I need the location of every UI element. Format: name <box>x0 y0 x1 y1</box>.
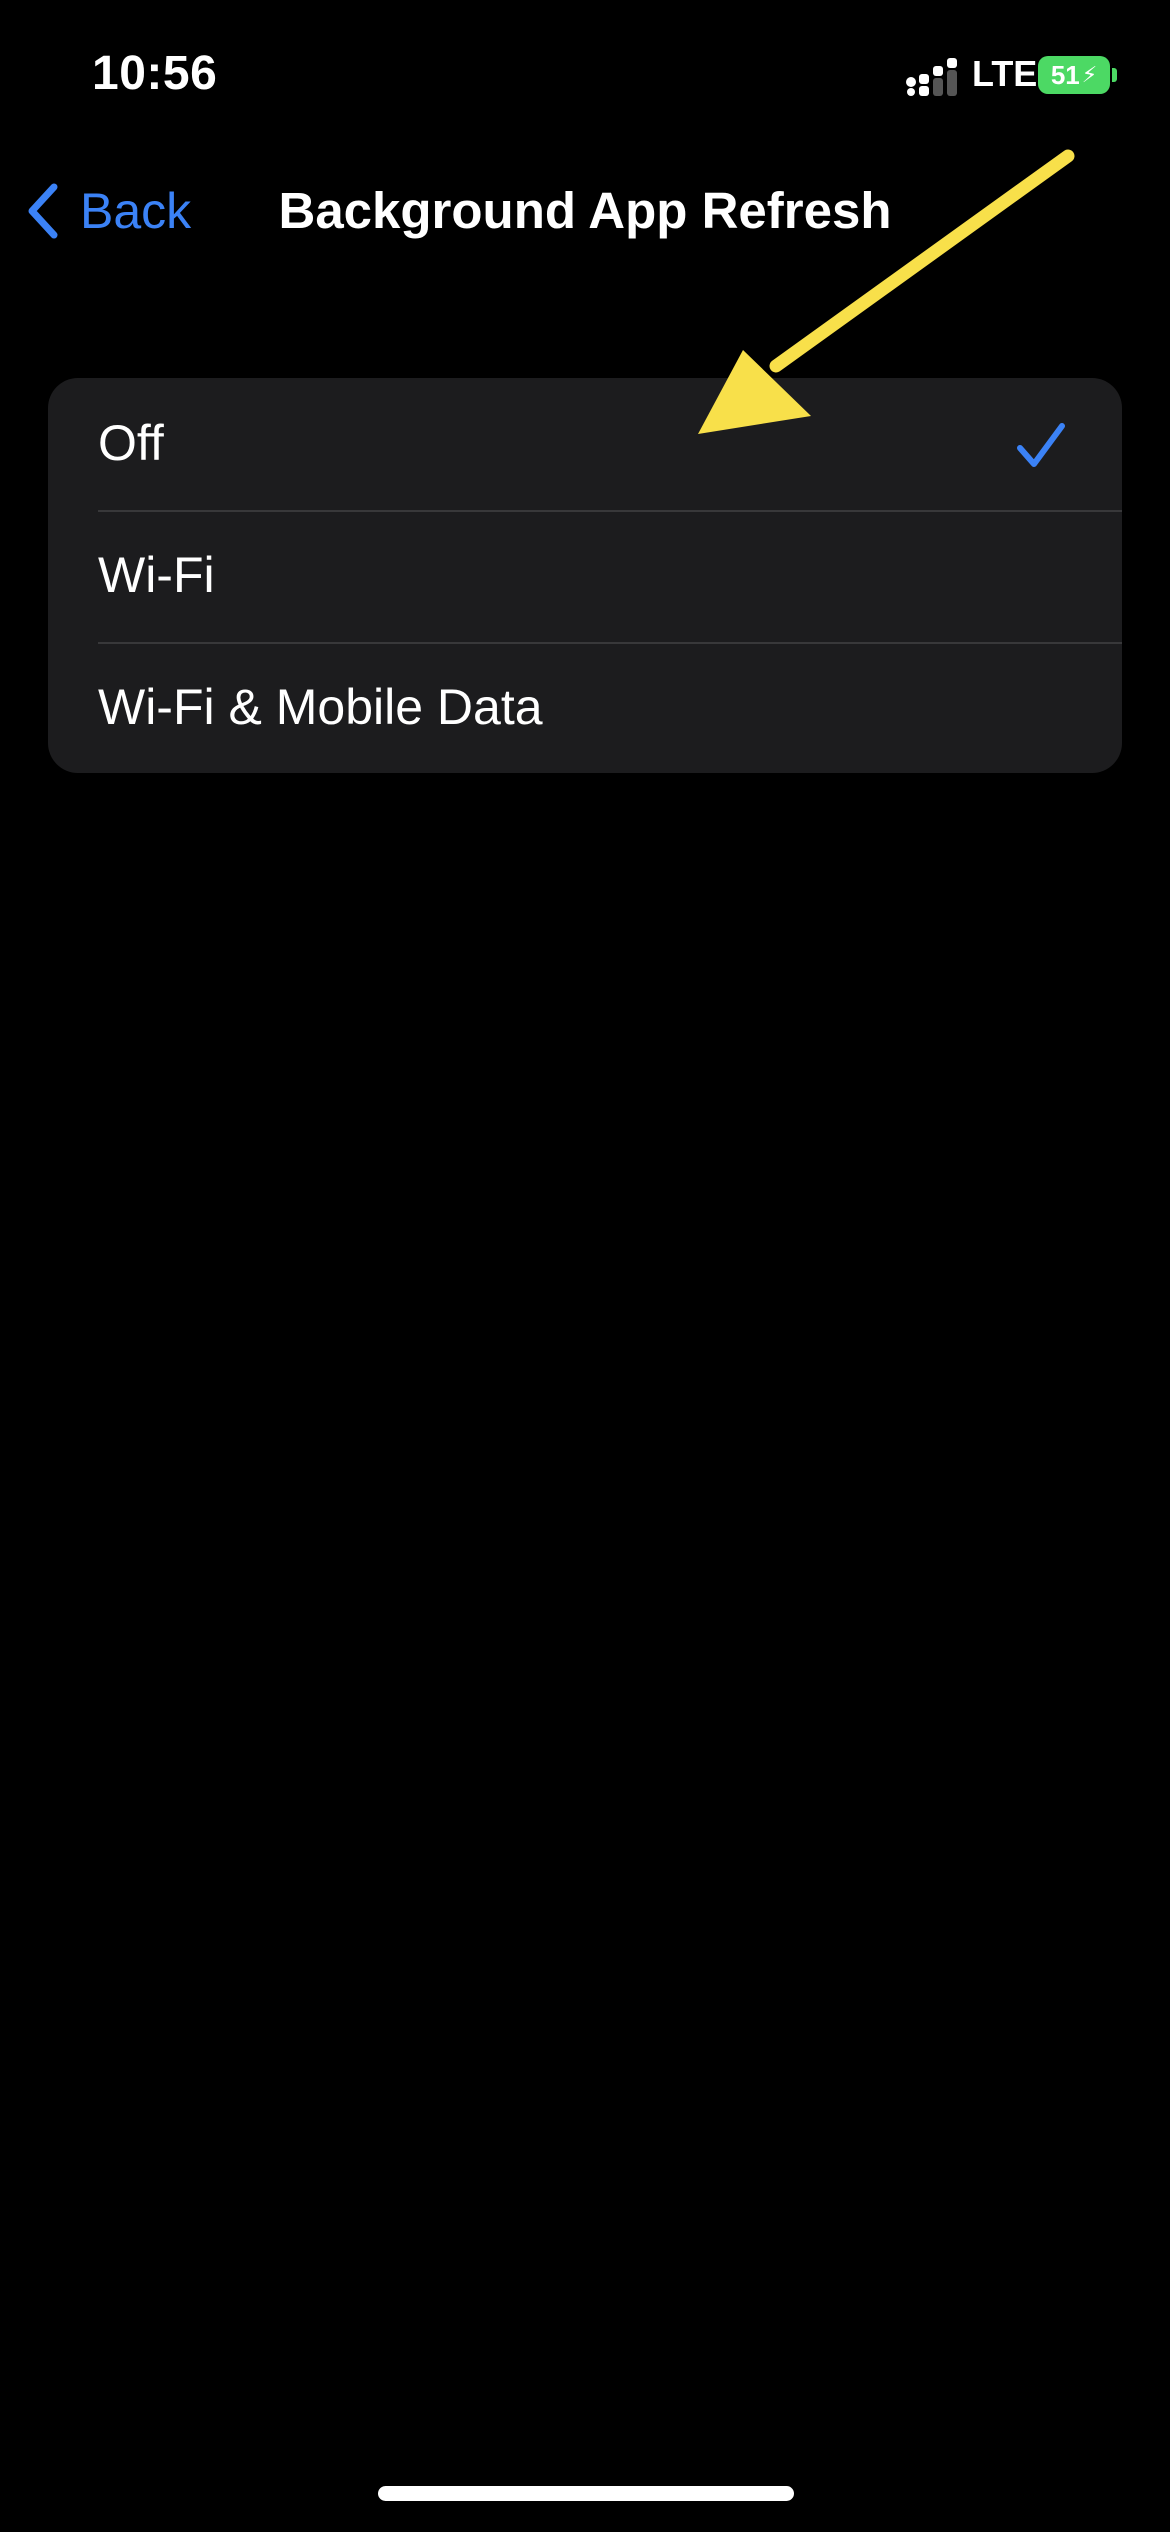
option-wifi-and-mobile-data[interactable]: Wi-Fi & Mobile Data <box>48 642 1122 773</box>
battery-indicator: 51 ⚡ <box>1038 56 1110 94</box>
network-type-label: LTE <box>972 53 1038 94</box>
option-label: Off <box>98 415 164 471</box>
battery-cap <box>1112 68 1117 82</box>
chevron-left-icon <box>28 183 58 239</box>
status-bar: 10:56 LTE 51 ⚡ <box>0 0 1170 150</box>
back-button[interactable]: Back <box>24 176 191 246</box>
option-label: Wi-Fi <box>98 547 215 603</box>
charging-bolt-icon: ⚡ <box>1081 62 1098 87</box>
battery-level-text: 51 <box>1050 60 1080 90</box>
back-label: Back <box>80 183 192 239</box>
signal-strength-icon <box>906 58 957 96</box>
arrow-icon <box>698 149 1075 434</box>
home-indicator[interactable] <box>378 2486 794 2501</box>
option-label: Wi-Fi & Mobile Data <box>98 679 543 735</box>
option-wifi[interactable]: Wi-Fi <box>48 510 1122 642</box>
status-time: 10:56 <box>92 47 218 100</box>
